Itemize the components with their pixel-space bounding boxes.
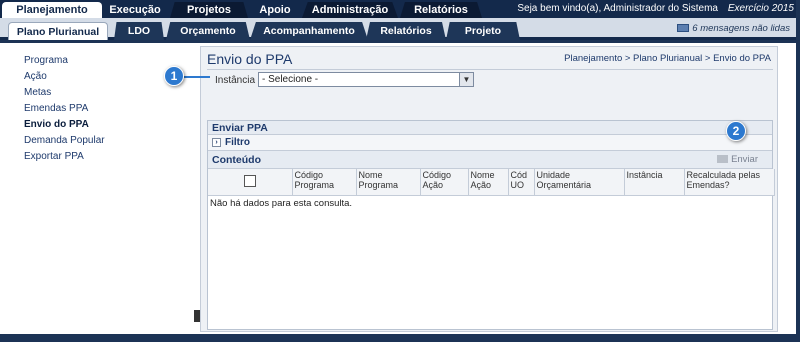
envelope-icon [677, 24, 690, 33]
sidebar-item-metas[interactable]: Metas [24, 85, 196, 101]
empty-message: Não há dados para esta consulta. [210, 197, 353, 209]
sidebar-item-exportar-ppa[interactable]: Exportar PPA [24, 149, 196, 165]
enviar-ppa-panel: Enviar PPA › Filtro Conteúdo Enviar Códig… [207, 120, 775, 330]
results-table: Código Programa Nome Programa Código Açã… [208, 169, 775, 211]
tab-execucao[interactable]: Execução [104, 2, 166, 18]
messages-text: 6 mensagens não lidas [692, 23, 790, 34]
title-divider [207, 69, 773, 70]
enviar-button-label: Enviar [731, 154, 758, 165]
sidebar-item-emendas-ppa[interactable]: Emendas PPA [24, 101, 196, 117]
filter-toggle[interactable]: › Filtro [208, 135, 772, 151]
select-all-checkbox[interactable] [243, 174, 256, 187]
sidebar-item-demanda-popular[interactable]: Demanda Popular [24, 133, 196, 149]
sidebar: Programa Ação Metas Emendas PPA Envio do… [0, 43, 196, 334]
column-header[interactable]: Código Ação [420, 169, 469, 196]
breadcrumb: Planejamento > Plano Plurianual > Envio … [564, 53, 771, 64]
instancia-select-value: - Selecione - [262, 74, 319, 85]
select-all-header [208, 169, 293, 196]
tab-apoio[interactable]: Apoio [252, 2, 298, 18]
table-empty-row: Não há dados para esta consulta. [208, 195, 774, 211]
subtab-orcamento[interactable]: Orçamento [166, 22, 250, 40]
callout-1-line [184, 76, 210, 78]
callout-badge-1: 1 [164, 66, 184, 86]
welcome-text: Seja bem vindo(a), Administrador do Sist… [517, 3, 718, 14]
column-header[interactable]: Nome Ação [468, 169, 509, 196]
column-header[interactable]: Recalculada pelas Emendas? [684, 169, 775, 196]
subtab-plano-plurianual[interactable]: Plano Plurianual [8, 22, 108, 40]
tab-administracao[interactable]: Administração [302, 2, 398, 18]
send-icon [717, 155, 729, 164]
instancia-label: Instância [215, 75, 256, 86]
sub-navigation: Plano Plurianual LDO Orçamento Acompanha… [0, 18, 796, 40]
instancia-select[interactable]: - Selecione - ▼ [258, 72, 474, 87]
column-header[interactable]: Nome Programa [356, 169, 421, 196]
subtab-ldo[interactable]: LDO [114, 22, 164, 40]
main-content: Envio do PPA Planejamento > Plano Pluria… [200, 46, 778, 332]
chevron-down-icon[interactable]: ▼ [459, 73, 473, 86]
subtab-projeto[interactable]: Projeto [446, 22, 520, 40]
tab-relatorios[interactable]: Relatórios [400, 2, 482, 18]
page-title: Envio do PPA [207, 51, 293, 67]
column-header[interactable]: Cód UO [508, 169, 535, 196]
enviar-button[interactable]: Enviar [717, 151, 758, 169]
exercise-year: Exercício 2015 [727, 3, 794, 14]
column-header[interactable]: Instância [624, 169, 685, 196]
subtab-relatorios[interactable]: Relatórios [366, 22, 446, 40]
callout-badge-2: 2 [726, 121, 746, 141]
filter-label: Filtro [225, 137, 250, 148]
column-header[interactable]: Unidade Orçamentária [534, 169, 625, 196]
subtab-acompanhamento[interactable]: Acompanhamento [250, 22, 368, 40]
panel-title: Enviar PPA [208, 121, 772, 135]
sidebar-item-envio-do-ppa[interactable]: Envio do PPA [24, 117, 196, 133]
top-navigation: Planejamento Execução Projetos Apoio Adm… [0, 0, 796, 18]
tab-projetos[interactable]: Projetos [170, 2, 248, 18]
messages-link[interactable]: 6 mensagens não lidas [677, 23, 790, 34]
column-header[interactable]: Código Programa [292, 169, 357, 196]
chevron-right-icon: › [212, 137, 221, 147]
content-toolbar: Conteúdo Enviar [208, 151, 772, 169]
tab-planejamento[interactable]: Planejamento [2, 2, 102, 18]
table-header-row: Código Programa Nome Programa Código Açã… [208, 169, 775, 196]
content-label: Conteúdo [212, 154, 261, 166]
